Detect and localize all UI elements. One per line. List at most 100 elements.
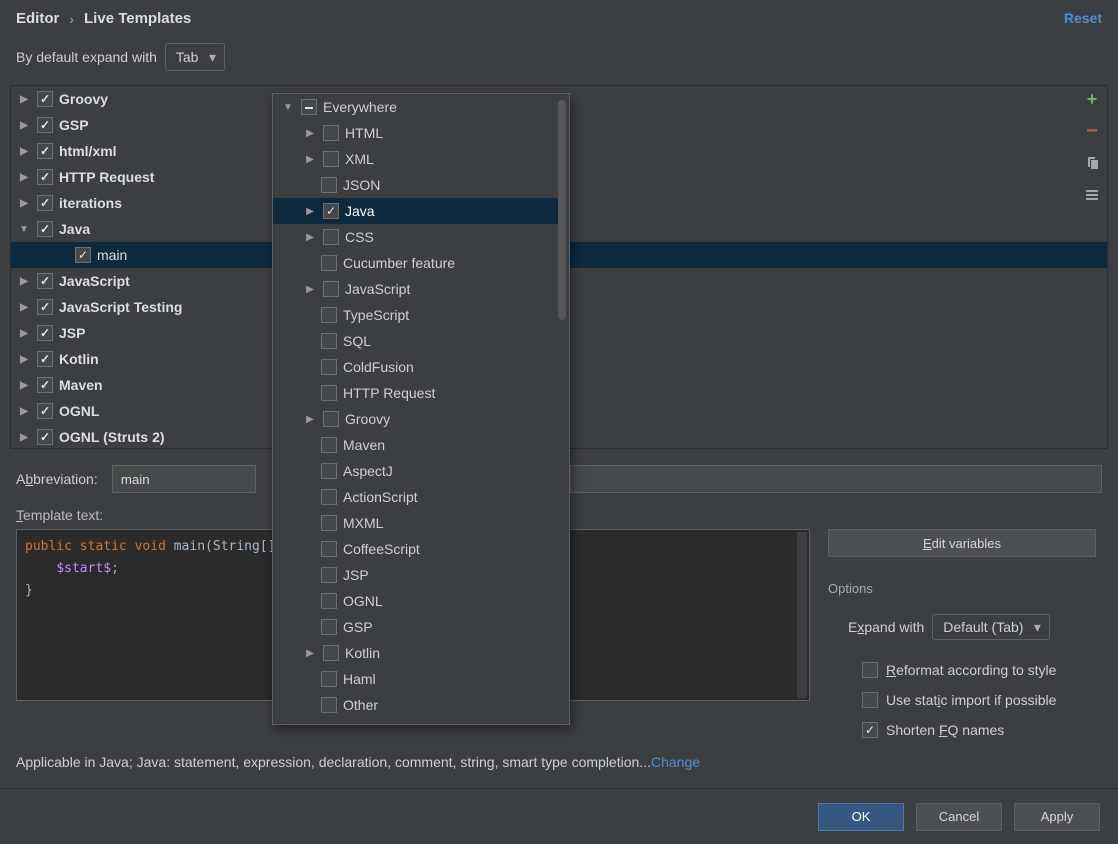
popup-row[interactable]: GSP — [273, 614, 559, 640]
popup-row[interactable]: AspectJ — [273, 458, 559, 484]
abbreviation-input[interactable] — [112, 465, 256, 493]
popup-checkbox[interactable] — [301, 99, 317, 115]
context-popup[interactable]: ▼Everywhere▶HTML▶XMLJSON▶Java▶CSSCucumbe… — [272, 93, 570, 725]
apply-button[interactable]: Apply — [1014, 803, 1100, 831]
expand-arrow-icon[interactable]: ▶ — [303, 414, 317, 425]
expand-arrow-icon[interactable]: ▶ — [17, 146, 31, 157]
expand-with-select[interactable]: Tab ▾ — [165, 43, 226, 71]
tree-checkbox[interactable] — [75, 247, 91, 263]
expand-arrow-icon[interactable]: ▶ — [17, 354, 31, 365]
expand-arrow-icon[interactable]: ▶ — [303, 284, 317, 295]
popup-row[interactable]: ▶Kotlin — [273, 640, 559, 666]
ok-button[interactable]: OK — [818, 803, 904, 831]
reset-button[interactable]: Reset — [1064, 10, 1102, 26]
reformat-checkbox[interactable] — [862, 662, 878, 678]
popup-checkbox[interactable] — [321, 385, 337, 401]
popup-checkbox[interactable] — [321, 463, 337, 479]
popup-row[interactable]: JSON — [273, 172, 559, 198]
tree-checkbox[interactable] — [37, 117, 53, 133]
tree-checkbox[interactable] — [37, 169, 53, 185]
tree-checkbox[interactable] — [37, 403, 53, 419]
expand-arrow-icon[interactable]: ▶ — [17, 328, 31, 339]
popup-row[interactable]: OGNL — [273, 588, 559, 614]
popup-row[interactable]: ▶CSS — [273, 224, 559, 250]
expand-arrow-icon[interactable]: ▶ — [17, 120, 31, 131]
expand-arrow-icon[interactable]: ▶ — [17, 406, 31, 417]
popup-row[interactable]: ActionScript — [273, 484, 559, 510]
popup-row[interactable]: ▶XML — [273, 146, 559, 172]
paste-icon[interactable] — [1083, 186, 1101, 204]
tree-checkbox[interactable] — [37, 273, 53, 289]
popup-checkbox[interactable] — [321, 255, 337, 271]
popup-row[interactable]: SQL — [273, 328, 559, 354]
expand-arrow-icon[interactable]: ▼ — [17, 224, 31, 235]
popup-checkbox[interactable] — [323, 125, 339, 141]
popup-checkbox[interactable] — [323, 203, 339, 219]
static-import-checkbox[interactable] — [862, 692, 878, 708]
popup-checkbox[interactable] — [321, 437, 337, 453]
tree-checkbox[interactable] — [37, 195, 53, 211]
popup-row[interactable]: TypeScript — [273, 302, 559, 328]
tree-checkbox[interactable] — [37, 221, 53, 237]
expand-arrow-icon[interactable]: ▶ — [303, 128, 317, 139]
popup-row[interactable]: Other — [273, 692, 559, 718]
popup-row[interactable]: JSP — [273, 562, 559, 588]
description-input[interactable] — [570, 465, 1102, 493]
popup-row[interactable]: ▶Java — [273, 198, 559, 224]
expand-arrow-icon[interactable]: ▶ — [17, 432, 31, 443]
tree-checkbox[interactable] — [37, 299, 53, 315]
popup-checkbox[interactable] — [321, 307, 337, 323]
popup-checkbox[interactable] — [321, 697, 337, 713]
expand-with-inline-select[interactable]: Default (Tab) ▾ — [932, 614, 1050, 640]
popup-row[interactable]: ▶JavaScript — [273, 276, 559, 302]
popup-checkbox[interactable] — [321, 333, 337, 349]
popup-scrollbar[interactable] — [558, 100, 566, 718]
popup-row[interactable]: CoffeeScript — [273, 536, 559, 562]
edit-variables-button[interactable]: Edit variables — [828, 529, 1096, 557]
editor-scrollbar[interactable] — [797, 532, 807, 698]
tree-checkbox[interactable] — [37, 325, 53, 341]
shorten-fq-checkbox[interactable] — [862, 722, 878, 738]
popup-checkbox[interactable] — [323, 645, 339, 661]
expand-arrow-icon[interactable]: ▶ — [17, 276, 31, 287]
popup-checkbox[interactable] — [321, 515, 337, 531]
popup-row[interactable]: ▶HTML — [273, 120, 559, 146]
popup-checkbox[interactable] — [323, 411, 339, 427]
expand-arrow-icon[interactable]: ▶ — [17, 380, 31, 391]
popup-checkbox[interactable] — [321, 593, 337, 609]
expand-arrow-icon[interactable]: ▶ — [17, 302, 31, 313]
expand-arrow-icon[interactable]: ▶ — [17, 94, 31, 105]
popup-checkbox[interactable] — [321, 541, 337, 557]
popup-checkbox[interactable] — [321, 619, 337, 635]
popup-row[interactable]: Cucumber feature — [273, 250, 559, 276]
popup-row[interactable]: Haml — [273, 666, 559, 692]
breadcrumb-parent[interactable]: Editor — [16, 10, 59, 27]
tree-checkbox[interactable] — [37, 143, 53, 159]
remove-icon[interactable]: − — [1083, 122, 1101, 140]
expand-arrow-icon[interactable]: ▶ — [17, 198, 31, 209]
expand-arrow-icon[interactable]: ▶ — [303, 648, 317, 659]
tree-checkbox[interactable] — [37, 351, 53, 367]
popup-checkbox[interactable] — [321, 671, 337, 687]
expand-arrow-icon[interactable]: ▶ — [303, 232, 317, 243]
tree-checkbox[interactable] — [37, 377, 53, 393]
tree-checkbox[interactable] — [37, 91, 53, 107]
popup-checkbox[interactable] — [323, 229, 339, 245]
add-icon[interactable]: + — [1083, 90, 1101, 108]
expand-arrow-icon[interactable]: ▶ — [303, 154, 317, 165]
cancel-button[interactable]: Cancel — [916, 803, 1002, 831]
popup-checkbox[interactable] — [321, 177, 337, 193]
popup-row[interactable]: MXML — [273, 510, 559, 536]
change-link[interactable]: Change — [651, 754, 700, 770]
popup-checkbox[interactable] — [321, 359, 337, 375]
popup-row[interactable]: ▼Everywhere — [273, 94, 559, 120]
popup-row[interactable]: Maven — [273, 432, 559, 458]
popup-checkbox[interactable] — [323, 281, 339, 297]
popup-row[interactable]: ▶Groovy — [273, 406, 559, 432]
expand-arrow-icon[interactable]: ▶ — [303, 206, 317, 217]
popup-row[interactable]: ColdFusion — [273, 354, 559, 380]
tree-checkbox[interactable] — [37, 429, 53, 445]
expand-arrow-icon[interactable]: ▼ — [281, 102, 295, 113]
expand-arrow-icon[interactable]: ▶ — [17, 172, 31, 183]
popup-scrollbar-thumb[interactable] — [558, 100, 566, 320]
